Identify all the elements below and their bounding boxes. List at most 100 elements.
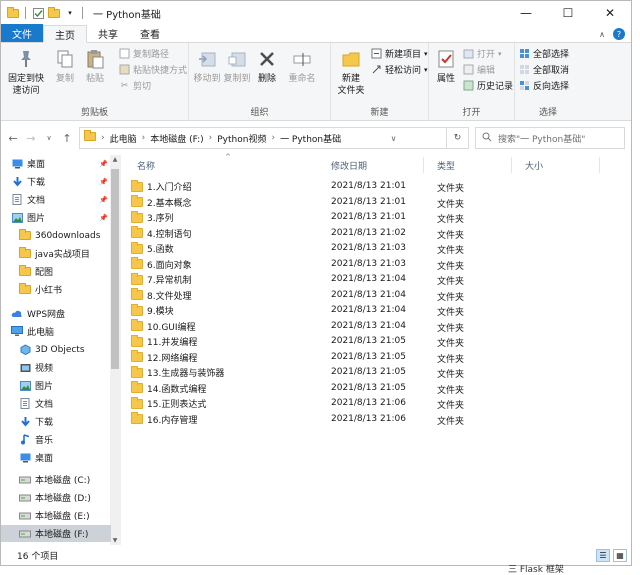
table-row[interactable]: 11.并发编程 bbox=[131, 334, 461, 349]
nav-item[interactable]: 桌面 📌 bbox=[1, 155, 111, 172]
table-row[interactable]: 5.函数 bbox=[131, 241, 461, 256]
nav-item[interactable]: 下载 📌 bbox=[1, 173, 111, 190]
nav-item[interactable]: 配图 bbox=[1, 263, 111, 280]
file-name: 7.异常机制 bbox=[147, 276, 192, 286]
nav-item[interactable]: 视频 bbox=[1, 359, 111, 376]
new-folder-button[interactable]: 新建 文件夹 bbox=[335, 48, 367, 97]
breadcrumb-drive-f[interactable]: 本地磁盘 (F:) bbox=[150, 132, 203, 145]
nav-item[interactable]: 本地磁盘 (C:) bbox=[1, 471, 111, 488]
search-box[interactable]: 搜索"一 Python基础" bbox=[475, 127, 625, 149]
easy-access-button[interactable]: 轻松访问 ▾ bbox=[371, 63, 428, 76]
details-view-button[interactable]: ☰ bbox=[596, 549, 610, 562]
copy-path-button[interactable]: 复制路径 bbox=[119, 47, 169, 60]
address-bar[interactable]: › 此电脑 › 本地磁盘 (F:) › Python视频 › 一 Python基… bbox=[79, 127, 469, 149]
large-icons-view-button[interactable]: ▦ bbox=[613, 549, 627, 562]
column-header-size[interactable]: 大小 bbox=[525, 155, 543, 175]
table-row[interactable]: 10.GUI编程 bbox=[131, 319, 461, 334]
tab-file[interactable]: 文件 bbox=[1, 24, 43, 42]
edit-button[interactable]: 编辑 bbox=[463, 63, 495, 76]
pin-icon bbox=[15, 48, 37, 70]
breadcrumb-python-basics[interactable]: 一 Python基础 bbox=[280, 132, 341, 145]
file-name: 8.文件处理 bbox=[147, 291, 192, 302]
nav-item[interactable]: 图片 📌 bbox=[1, 209, 111, 226]
new-folder-icon[interactable] bbox=[48, 6, 60, 19]
file-modified: 2021/8/13 21:05 bbox=[331, 367, 406, 377]
new-item-button[interactable]: 新建项目 ▾ bbox=[371, 47, 428, 60]
nav-item[interactable]: 此电脑 bbox=[1, 323, 111, 340]
table-row[interactable]: 9.模块 bbox=[131, 303, 461, 318]
collapse-ribbon-icon[interactable]: ∧ bbox=[599, 30, 605, 39]
nav-item[interactable]: java实战项目 bbox=[1, 245, 111, 262]
breadcrumb-python-videos[interactable]: Python视频 bbox=[217, 132, 266, 145]
nav-item[interactable]: 本地磁盘 (D:) bbox=[1, 489, 111, 506]
select-all-button[interactable]: 全部选择 bbox=[519, 47, 569, 60]
column-header-modified[interactable]: 修改日期 bbox=[331, 155, 367, 175]
copy-to-button[interactable]: 复制到 bbox=[223, 48, 251, 85]
properties-check-icon[interactable] bbox=[32, 7, 44, 19]
file-type: 文件夹 bbox=[437, 308, 465, 318]
move-to-button[interactable]: 移动到 bbox=[193, 48, 221, 85]
nav-item[interactable]: 下载 bbox=[1, 413, 111, 430]
table-row[interactable]: 7.异常机制 bbox=[131, 272, 461, 287]
drive-icon bbox=[19, 528, 31, 540]
table-row[interactable]: 3.序列 bbox=[131, 210, 461, 225]
column-header-name[interactable]: 名称 bbox=[137, 155, 155, 175]
table-row[interactable]: 6.面向对象 bbox=[131, 257, 461, 272]
column-header-type[interactable]: 类型 bbox=[437, 155, 455, 175]
minimize-button[interactable]: — bbox=[505, 1, 547, 25]
pin-quick-access-button[interactable]: 固定到快 速访问 bbox=[5, 48, 47, 97]
refresh-icon[interactable]: ↻ bbox=[445, 128, 468, 148]
rename-button[interactable]: 重命名 bbox=[285, 48, 319, 85]
close-button[interactable]: ✕ bbox=[589, 1, 631, 25]
table-row[interactable]: 8.文件处理 bbox=[131, 288, 461, 303]
breadcrumb-this-pc[interactable]: 此电脑 bbox=[110, 132, 137, 145]
table-row[interactable]: 1.入门介绍 bbox=[131, 179, 461, 194]
tab-share[interactable]: 共享 bbox=[87, 24, 129, 42]
nav-item[interactable]: 文档 bbox=[1, 395, 111, 412]
nav-item[interactable]: 本地磁盘 (F:) bbox=[1, 525, 111, 542]
invert-selection-button[interactable]: 反向选择 bbox=[519, 79, 569, 92]
nav-item[interactable]: 360downloads bbox=[1, 227, 111, 244]
up-arrow-icon[interactable]: ↑ bbox=[61, 132, 73, 145]
back-arrow-icon[interactable]: ← bbox=[7, 132, 19, 145]
table-row[interactable]: 2.基本概念 bbox=[131, 195, 461, 210]
paste-button[interactable]: 粘贴 bbox=[81, 48, 109, 85]
nav-item[interactable]: 本地磁盘 (E:) bbox=[1, 507, 111, 524]
nav-item[interactable]: 图片 bbox=[1, 377, 111, 394]
table-row[interactable]: 14.函数式编程 bbox=[131, 381, 461, 396]
table-row[interactable]: 4.控制语句 bbox=[131, 226, 461, 241]
table-row[interactable]: 12.网络编程 bbox=[131, 350, 461, 365]
folder-icon bbox=[7, 6, 19, 19]
ribbon-tabs: 文件 主页 共享 查看 ∧ ? bbox=[1, 24, 631, 43]
table-row[interactable]: 13.生成器与装饰器 bbox=[131, 365, 461, 380]
maximize-button[interactable]: ☐ bbox=[547, 1, 589, 25]
window-title: 一 Python基础 bbox=[93, 9, 161, 21]
open-button[interactable]: 打开 ▾ bbox=[463, 47, 502, 60]
cut-button[interactable]: ✂ 剪切 bbox=[119, 79, 151, 93]
delete-button[interactable]: 删除 bbox=[255, 48, 279, 85]
pinned-icon: 📌 bbox=[99, 213, 108, 222]
select-none-button[interactable]: 全部取消 bbox=[519, 63, 569, 76]
nav-item[interactable]: 3D Objects bbox=[1, 341, 111, 358]
nav-item[interactable]: 音乐 bbox=[1, 431, 111, 448]
table-row[interactable]: 15.正则表达式 bbox=[131, 396, 461, 411]
tab-home[interactable]: 主页 bbox=[43, 25, 87, 43]
nav-item[interactable]: WPS网盘 bbox=[1, 305, 111, 322]
table-row[interactable]: 16.内存管理 bbox=[131, 412, 461, 427]
properties-button[interactable]: 属性 bbox=[433, 48, 459, 85]
customize-dropdown-icon[interactable]: ▾ bbox=[64, 7, 76, 19]
nav-scrollbar[interactable]: ▲ ▼ bbox=[110, 155, 120, 545]
nav-item[interactable]: 小红书 bbox=[1, 281, 111, 298]
file-type: 文件夹 bbox=[437, 401, 465, 411]
history-button[interactable]: 历史记录 bbox=[463, 79, 513, 92]
tab-view[interactable]: 查看 bbox=[129, 24, 171, 42]
address-dropdown-icon[interactable]: ∨ bbox=[391, 134, 397, 143]
copy-button[interactable]: 复制 bbox=[51, 48, 79, 85]
nav-item[interactable]: 文档 📌 bbox=[1, 191, 111, 208]
paste-shortcut-button[interactable]: 粘贴快捷方式 bbox=[119, 63, 187, 76]
file-type: 文件夹 bbox=[437, 292, 465, 303]
nav-item[interactable]: 桌面 bbox=[1, 449, 111, 466]
recent-dropdown-icon[interactable]: ∨ bbox=[43, 134, 55, 142]
forward-arrow-icon[interactable]: → bbox=[25, 132, 37, 145]
help-icon[interactable]: ? bbox=[613, 28, 625, 40]
